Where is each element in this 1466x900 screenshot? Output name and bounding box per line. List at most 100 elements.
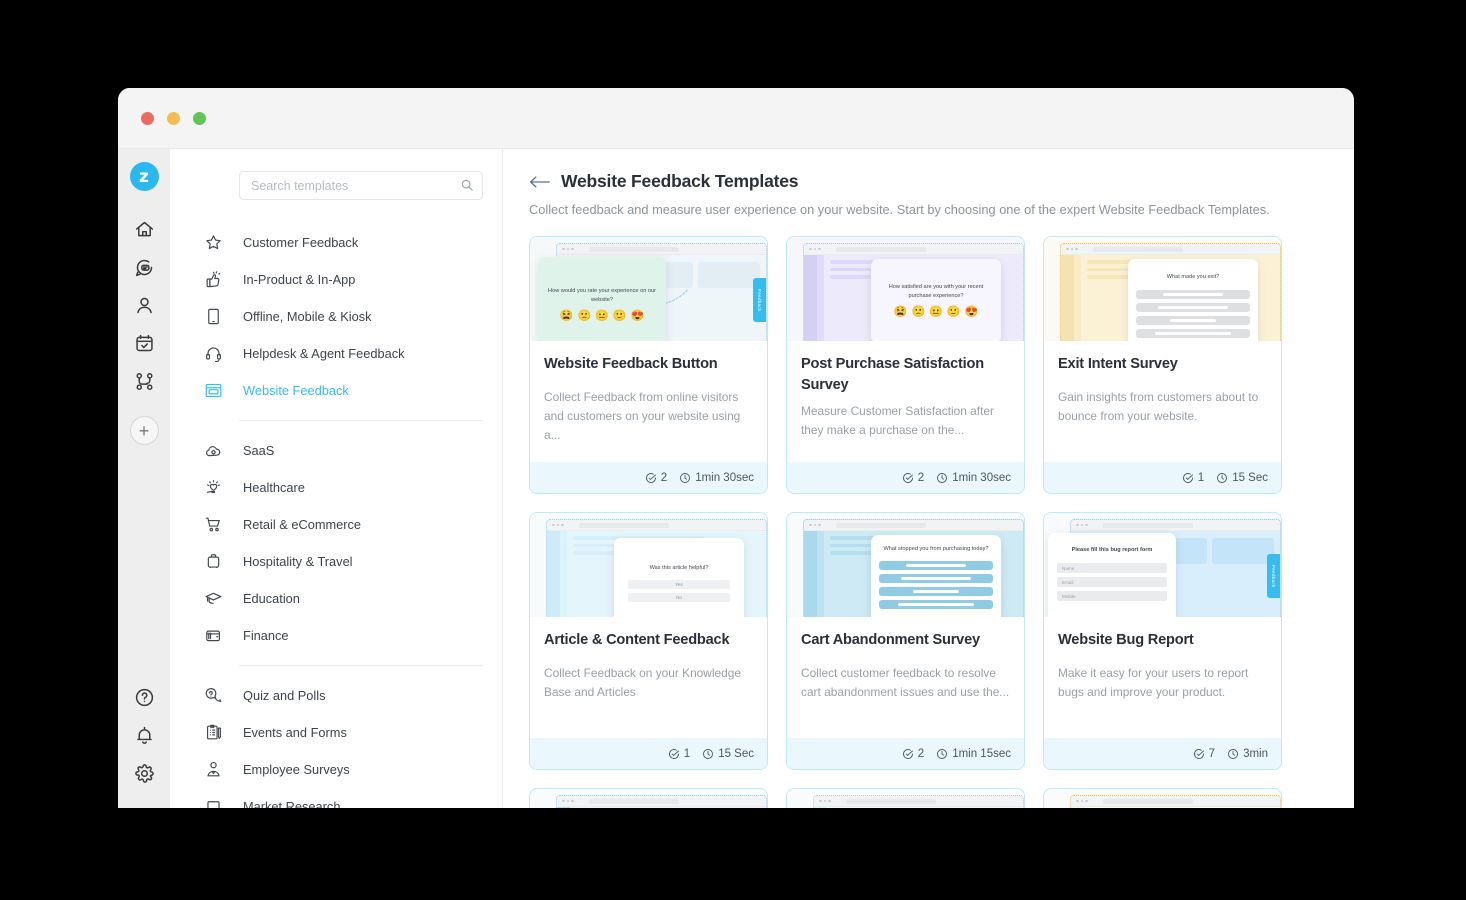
bell-icon[interactable] (127, 718, 161, 752)
sidebar-item-label: Customer Feedback (243, 235, 358, 250)
thumb-option-row (879, 561, 993, 570)
check-circle-icon (1193, 748, 1205, 760)
sidebar-item-label: Retail & eCommerce (243, 517, 361, 532)
template-body: Article & Content Feedback Collect Feedb… (530, 617, 767, 738)
window-body: z + (118, 149, 1354, 808)
calendar-check-icon[interactable] (127, 326, 161, 360)
template-card[interactable] (786, 788, 1025, 808)
sidebar-item-events-and-forms[interactable]: Events and Forms (170, 714, 483, 751)
thumb-popup-question: What made you exit? (1128, 273, 1258, 282)
template-title: Exit Intent Survey (1058, 354, 1267, 375)
sidebar-item-hospitality-travel[interactable]: Hospitality & Travel (170, 543, 483, 580)
question-count-value: 2 (661, 472, 667, 484)
sidebar-item-quiz-and-polls[interactable]: Quiz and Polls (170, 677, 483, 714)
template-card[interactable]: What stopped you from purchasing today? … (786, 512, 1025, 770)
template-description: Collect Feedback on your Knowledge Base … (544, 664, 753, 702)
sidebar-item-website-feedback[interactable]: Website Feedback (170, 372, 483, 409)
gear-icon[interactable] (127, 756, 161, 790)
template-footer: 1 15 Sec (1044, 462, 1281, 493)
emoji-angry: 😫 (894, 307, 908, 318)
template-body: Cart Abandonment Survey Collect customer… (787, 617, 1024, 738)
template-card[interactable]: How satisfied are you with your recent p… (786, 236, 1025, 494)
sidebar-item-market-research[interactable]: Market Research (170, 788, 483, 808)
clipboard-pen-icon (203, 723, 223, 743)
close-window-button[interactable] (141, 112, 154, 125)
template-card-grid: Feedback How would you rate your experie… (529, 236, 1328, 770)
sidebar-item-finance[interactable]: Finance (170, 617, 483, 654)
duration-value: 15 Sec (1232, 472, 1268, 484)
thumb-popup-card: What stopped you from purchasing today? (871, 535, 1001, 617)
duration-value: 1min 30sec (952, 472, 1011, 484)
template-thumbnail: Feedback How would you rate your experie… (530, 237, 767, 341)
emoji-happy: 🙂 (613, 311, 627, 322)
thumb-browser-bar (557, 796, 766, 807)
sidebar-item-employee-surveys[interactable]: Employee Surveys (170, 751, 483, 788)
sidebar-item-customer-feedback[interactable]: Customer Feedback (170, 224, 483, 261)
emoji-happy: 🙂 (947, 307, 961, 318)
duration: 1min 30sec (936, 472, 1011, 484)
emoji-neutral: 😐 (595, 311, 609, 322)
thumb-browser-frame (1070, 795, 1281, 808)
sidebar-item-helpdesk-agent-feedback[interactable]: Helpdesk & Agent Feedback (170, 335, 483, 372)
search-input[interactable] (239, 171, 483, 200)
question-count-value: 2 (918, 472, 924, 484)
chat-icon[interactable] (127, 250, 161, 284)
shopping-cart-icon (203, 515, 223, 535)
template-description: Gain insights from customers about to bo… (1058, 388, 1267, 426)
thumb-browser-bar (557, 244, 766, 255)
template-title: Website Feedback Button (544, 354, 753, 375)
template-thumbnail: How satisfied are you with your recent p… (787, 237, 1024, 341)
thumb-option-no: No (628, 593, 730, 602)
thumb-browser-bar (547, 520, 766, 531)
sidebar-item-healthcare[interactable]: Healthcare (170, 469, 483, 506)
check-circle-icon (668, 748, 680, 760)
sidebar-item-label: Events and Forms (243, 725, 347, 740)
sidebar-item-education[interactable]: Education (170, 580, 483, 617)
sidebar-divider-1 (239, 420, 483, 421)
minimize-window-button[interactable] (167, 112, 180, 125)
thumb-browser-frame (556, 795, 767, 808)
maximize-window-button[interactable] (193, 112, 206, 125)
thumb-browser-bar (814, 796, 1023, 807)
sidebar-item-saas[interactable]: SaaS (170, 432, 483, 469)
template-card[interactable]: What made you exit? Exit Intent Survey G… (1043, 236, 1282, 494)
question-count: 2 (902, 472, 924, 484)
emoji-love: 😍 (965, 307, 979, 318)
thumb-browser-bar (804, 244, 1023, 255)
add-button[interactable]: + (130, 416, 159, 445)
question-count: 7 (1193, 748, 1215, 760)
thumb-emoji-row: 😫 🙁 😐 🙂 😍 (871, 307, 1001, 318)
brand-logo[interactable]: z (130, 162, 159, 191)
sidebar-item-retail-ecommerce[interactable]: Retail & eCommerce (170, 506, 483, 543)
user-icon[interactable] (127, 288, 161, 322)
clock-icon (702, 748, 714, 760)
template-card[interactable]: Feedback How would you rate your experie… (529, 236, 768, 494)
thumb-browser-frame (813, 795, 1024, 808)
arrow-left-icon[interactable] (529, 174, 550, 190)
template-card[interactable]: Feedback Please fill this bug report for… (1043, 512, 1282, 770)
sidebar-item-label: Healthcare (243, 480, 305, 495)
template-card[interactable] (529, 788, 768, 808)
thumb-option-row (879, 587, 993, 596)
emoji-sad: 🙁 (577, 311, 591, 322)
duration-value: 3min (1243, 748, 1268, 760)
sidebar-item-offline-mobile-kiosk[interactable]: Offline, Mobile & Kiosk (170, 298, 483, 335)
template-body: Exit Intent Survey Gain insights from cu… (1044, 341, 1281, 462)
workflow-icon[interactable] (127, 364, 161, 398)
sidebar-item-label: Quiz and Polls (243, 688, 326, 703)
template-footer: 1 15 Sec (530, 738, 767, 769)
help-icon[interactable] (127, 680, 161, 714)
template-card[interactable]: Was this article helpful? Yes No Article… (529, 512, 768, 770)
search-icon[interactable] (460, 178, 474, 197)
star-icon (203, 233, 223, 253)
template-description: Make it easy for your users to report bu… (1058, 664, 1267, 702)
template-card[interactable] (1043, 788, 1282, 808)
page-header: Website Feedback Templates (529, 171, 1328, 192)
sidebar-item-in-product-in-app[interactable]: In-Product & In-App (170, 261, 483, 298)
sidebar-item-label: Finance (243, 628, 289, 643)
sidebar-item-label: Helpdesk & Agent Feedback (243, 346, 405, 361)
thumb-field-mobile: Mobile (1057, 591, 1167, 601)
home-icon[interactable] (127, 212, 161, 246)
sidebar-item-label: SaaS (243, 443, 274, 458)
template-description: Measure Customer Satisfaction after they… (801, 402, 1010, 440)
